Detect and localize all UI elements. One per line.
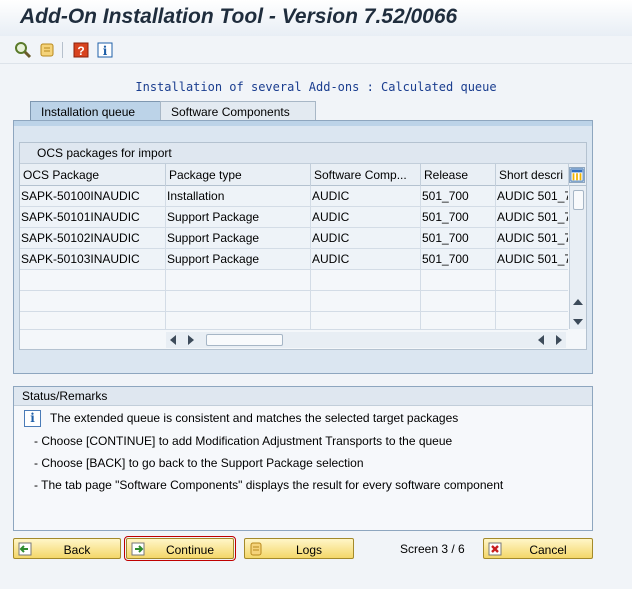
- status-message: The extended queue is consistent and mat…: [50, 411, 459, 425]
- logs-button[interactable]: Logs: [244, 538, 354, 559]
- table-row-empty[interactable]: [20, 270, 568, 291]
- empty-cell: [166, 291, 311, 312]
- cell-ocs-package: SAPK-50101INAUDIC: [20, 207, 166, 228]
- cell-short-description: AUDIC 501_7: [497, 210, 568, 224]
- cell-software-component: AUDIC: [311, 207, 421, 228]
- ocs-packages-table: OCS packages for import OCS Package Pack…: [19, 142, 587, 350]
- title-bar: Add-On Installation Tool - Version 7.52/…: [0, 0, 632, 36]
- toolbar-separator: [62, 42, 63, 58]
- empty-cell: [166, 270, 311, 291]
- cell-short-description: AUDIC 501_7: [497, 231, 568, 245]
- horizontal-scroll-thumb[interactable]: [206, 334, 283, 346]
- column-header-package-type[interactable]: Package type: [166, 164, 311, 186]
- horizontal-scrollbar[interactable]: [166, 332, 566, 348]
- column-header-release[interactable]: Release: [421, 164, 496, 186]
- cell-package-type: Support Package: [166, 249, 311, 270]
- scroll-down-icon[interactable]: [573, 319, 583, 325]
- status-title: Status/Remarks: [14, 387, 592, 406]
- scroll-left-icon[interactable]: [170, 335, 176, 345]
- back-button[interactable]: Back: [13, 538, 121, 559]
- scroll-right-end-icon[interactable]: [556, 335, 562, 345]
- cancel-button-label: Cancel: [529, 543, 567, 557]
- table-row[interactable]: SAPK-50102INAUDIC Support Package AUDIC …: [20, 228, 568, 249]
- info-icon: i: [24, 410, 41, 427]
- svg-text:i: i: [103, 44, 108, 58]
- empty-cell: [20, 270, 166, 291]
- scroll-right-icon[interactable]: [188, 335, 194, 345]
- tab-installation-queue[interactable]: Installation queue: [30, 101, 161, 121]
- empty-cell: [421, 291, 496, 312]
- column-header-ocs-package[interactable]: OCS Package: [20, 164, 166, 186]
- help-icon[interactable]: ?: [72, 41, 90, 59]
- empty-cell: [311, 312, 421, 330]
- back-button-label: Back: [63, 543, 91, 557]
- cell-ocs-package: SAPK-50102INAUDIC: [20, 228, 166, 249]
- magnifier-icon[interactable]: [14, 41, 32, 59]
- page-subtitle: Installation of several Add-ons : Calcul…: [135, 80, 497, 94]
- cell-short-description: AUDIC 501_7: [497, 252, 568, 266]
- cancel-button[interactable]: Cancel: [483, 538, 593, 559]
- continue-button[interactable]: Continue: [124, 536, 236, 561]
- toolbar: ? i: [0, 36, 632, 64]
- empty-cell: [20, 291, 166, 312]
- tab-panel-strip: [14, 121, 592, 126]
- window-title: Add-On Installation Tool - Version 7.52/…: [20, 5, 458, 28]
- table-header-row: OCS Package Package type Software Comp..…: [20, 164, 586, 186]
- table-row[interactable]: SAPK-50101INAUDIC Support Package AUDIC …: [20, 207, 568, 228]
- cell-ocs-package: SAPK-50100INAUDIC: [20, 186, 166, 207]
- cell-release: 501_700: [421, 186, 496, 207]
- column-header-short-description[interactable]: Short descri: [496, 164, 569, 186]
- table-row-empty[interactable]: [20, 312, 568, 330]
- cell-software-component: AUDIC: [311, 186, 421, 207]
- empty-cell: [311, 270, 421, 291]
- cell-package-type: Installation: [166, 186, 311, 207]
- empty-cell: [20, 312, 166, 330]
- cell-package-type: Support Package: [166, 207, 311, 228]
- scroll-left-end-icon[interactable]: [538, 335, 544, 345]
- status-remark: - Choose [BACK] to go back to the Suppor…: [34, 456, 364, 470]
- screen-counter: Screen 3 / 6: [400, 542, 465, 556]
- status-remark: - Choose [CONTINUE] to add Modification …: [34, 434, 453, 448]
- svg-text:?: ?: [77, 44, 84, 58]
- scroll-up-icon[interactable]: [573, 299, 583, 305]
- empty-cell: [421, 312, 496, 330]
- empty-cell: [166, 312, 311, 330]
- cell-package-type: Support Package: [166, 228, 311, 249]
- cell-ocs-package: SAPK-50103INAUDIC: [20, 249, 166, 270]
- scroll-icon[interactable]: [38, 41, 56, 59]
- cell-short-description: AUDIC 501_7: [497, 189, 568, 203]
- column-header-software-component[interactable]: Software Comp...: [311, 164, 421, 186]
- cell-software-component: AUDIC: [311, 249, 421, 270]
- status-remarks-panel: Status/Remarks i The extended queue is c…: [13, 386, 593, 531]
- tab-software-components[interactable]: Software Components: [160, 101, 316, 121]
- empty-cell: [311, 291, 421, 312]
- info-icon[interactable]: i: [96, 41, 114, 59]
- vertical-scrollbar[interactable]: [569, 186, 586, 329]
- logs-button-label: Logs: [295, 543, 323, 557]
- continue-button-label: Continue: [165, 543, 215, 557]
- cell-release: 501_700: [421, 207, 496, 228]
- empty-cell: [421, 270, 496, 291]
- status-remark: - The tab page "Software Components" dis…: [34, 478, 504, 492]
- column-settings-icon[interactable]: [569, 167, 585, 183]
- cell-release: 501_700: [421, 249, 496, 270]
- table-row[interactable]: SAPK-50103INAUDIC Support Package AUDIC …: [20, 249, 568, 270]
- vertical-scroll-thumb[interactable]: [573, 190, 584, 210]
- table-row-empty[interactable]: [20, 291, 568, 312]
- cell-software-component: AUDIC: [311, 228, 421, 249]
- cell-release: 501_700: [421, 228, 496, 249]
- table-row[interactable]: SAPK-50100INAUDIC Installation AUDIC 501…: [20, 186, 568, 207]
- table-caption: OCS packages for import: [20, 143, 586, 164]
